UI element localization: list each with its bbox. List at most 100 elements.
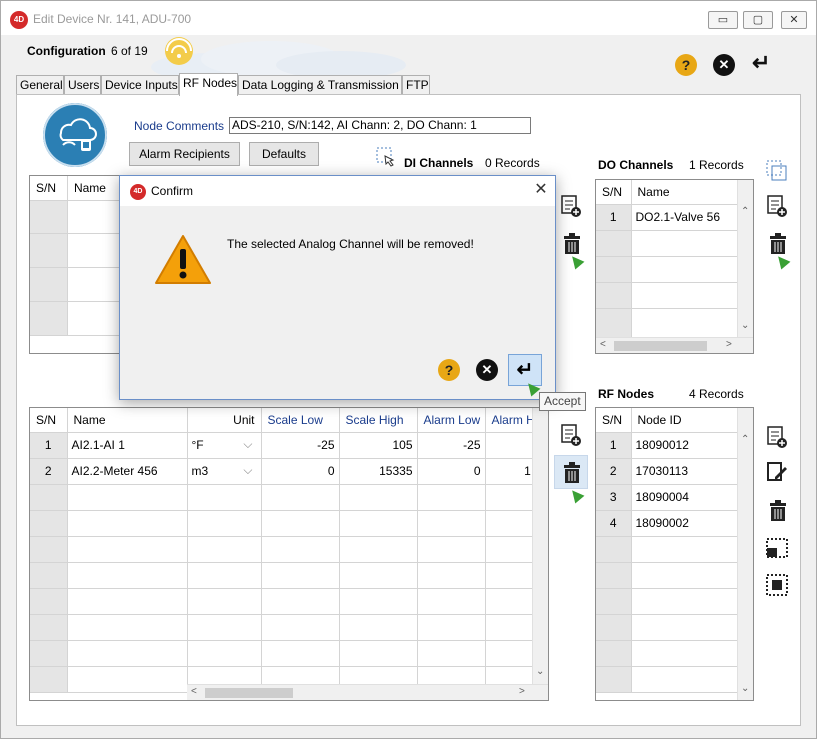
rf-row-sn xyxy=(596,640,632,667)
ai-row-scale-high[interactable]: 15335 xyxy=(339,458,418,485)
node-comments-input[interactable]: ADS-210, S/N:142, AI Chann: 2, DO Chann:… xyxy=(229,117,531,134)
ai-row-name[interactable]: AI2.2-Meter 456 xyxy=(67,458,188,485)
window-close-button[interactable]: ✕ xyxy=(781,11,807,29)
cloud-banner-icon xyxy=(151,37,406,79)
scroll-up-arrow-icon[interactable]: ⌃ xyxy=(741,206,749,217)
do-channels-grid: S/N Name 1 DO2.1-Valve 56 ⌃ ⌄ < > xyxy=(595,179,754,354)
cancel-icon[interactable]: ✕ xyxy=(713,54,735,76)
tab-device-inputs[interactable]: Device Inputs xyxy=(101,75,179,95)
do-add-record-icon[interactable] xyxy=(765,194,789,218)
chevron-down-icon[interactable]: ⌵ xyxy=(243,463,252,478)
tab-general[interactable]: General xyxy=(16,75,64,95)
dialog-help-icon[interactable]: ? xyxy=(438,359,460,381)
dialog-close-button[interactable]: ✕ xyxy=(531,180,551,200)
rf-nodes-title: RF Nodes xyxy=(598,387,655,401)
scroll-left-arrow-icon[interactable]: < xyxy=(600,339,606,350)
do-vertical-scrollbar[interactable]: ⌃ ⌄ xyxy=(737,180,753,337)
rf-col-node-id: Node ID xyxy=(631,408,739,433)
scroll-thumb[interactable] xyxy=(205,688,293,698)
ai-row-scale-low[interactable]: 0 xyxy=(261,458,340,485)
do-row-sn xyxy=(596,282,632,309)
dialog-cancel-icon[interactable]: ✕ xyxy=(476,359,498,381)
di-row-sn xyxy=(30,200,68,234)
ai-row-sn: 2 xyxy=(30,458,68,485)
ai-row-sn xyxy=(30,640,68,667)
table-row[interactable]: 2 17030113 xyxy=(596,458,739,485)
rf-records-count: 4 Records xyxy=(689,387,744,401)
scroll-down-arrow-icon[interactable]: ⌄ xyxy=(741,320,749,331)
minimize-button[interactable]: ▭ xyxy=(708,11,738,29)
add-record-icon[interactable] xyxy=(559,194,583,218)
ai-row-alarm-low[interactable]: -25 xyxy=(417,432,486,459)
maximize-button[interactable]: ▢ xyxy=(743,11,773,29)
node-logo-icon xyxy=(43,103,107,167)
di-select-icon[interactable] xyxy=(375,146,399,170)
ai-row-sn xyxy=(30,614,68,641)
table-row[interactable]: 1 AI2.1-AI 1 °F ⌵ -25 105 -25 xyxy=(30,432,536,459)
di-channels-title: DI Channels xyxy=(404,156,474,170)
ai-row-name[interactable]: AI2.1-AI 1 xyxy=(67,432,188,459)
rf-row-sn: 2 xyxy=(596,458,632,485)
do-horizontal-scrollbar[interactable]: < > xyxy=(596,337,753,353)
ai-row-sn xyxy=(30,536,68,563)
di-row-sn xyxy=(30,267,68,302)
window-title: Edit Device Nr. 141, ADU-700 xyxy=(33,12,192,26)
table-row[interactable]: 2 AI2.2-Meter 456 m3 ⌵ 0 15335 0 1 xyxy=(30,458,536,485)
ai-delete-button[interactable] xyxy=(554,455,588,489)
ai-horizontal-scrollbar[interactable]: < > xyxy=(187,684,548,700)
rf-row-sn: 3 xyxy=(596,484,632,511)
delete-trash-icon[interactable] xyxy=(561,230,583,256)
node-comments-label: Node Comments xyxy=(134,119,225,133)
do-select-icon[interactable] xyxy=(764,158,790,184)
di-records-count: 0 Records xyxy=(485,156,540,170)
ai-row-alarm-low[interactable]: 0 xyxy=(417,458,486,485)
tab-users[interactable]: Users xyxy=(64,75,101,95)
scroll-left-arrow-icon[interactable]: < xyxy=(191,686,197,697)
alarm-recipients-button[interactable]: Alarm Recipients xyxy=(129,142,240,166)
tab-ftp[interactable]: FTP xyxy=(402,75,430,95)
scroll-right-arrow-icon[interactable]: > xyxy=(726,339,732,350)
help-icon[interactable]: ? xyxy=(675,54,697,76)
tab-rf-nodes[interactable]: RF Nodes xyxy=(179,73,238,96)
rf-select-partial-icon[interactable] xyxy=(766,538,788,558)
ai-vertical-scrollbar[interactable]: ⌄ xyxy=(532,408,548,684)
table-row[interactable]: 1 18090012 xyxy=(596,432,739,459)
dialog-title-bar: 4D Confirm ✕ xyxy=(120,176,555,206)
rf-edit-icon[interactable] xyxy=(765,460,789,484)
scroll-up-arrow-icon[interactable]: ⌃ xyxy=(741,434,749,445)
ai-row-alarm-high[interactable] xyxy=(485,432,536,459)
rf-vertical-scrollbar[interactable]: ⌃ ⌄ xyxy=(737,408,753,700)
table-row[interactable]: 1 DO2.1-Valve 56 xyxy=(596,204,739,231)
dialog-title: Confirm xyxy=(151,184,194,198)
table-row[interactable]: 3 18090004 xyxy=(596,484,739,511)
ai-row-unit-select[interactable]: °F ⌵ xyxy=(187,432,262,459)
chevron-down-icon[interactable]: ⌵ xyxy=(243,437,252,452)
ai-row-scale-low[interactable]: -25 xyxy=(261,432,340,459)
ai-row-alarm-high[interactable]: 1 xyxy=(485,458,536,485)
configuration-counter: 6 of 19 xyxy=(111,44,148,58)
rf-row-sn xyxy=(596,666,632,693)
rf-select-all-icon[interactable] xyxy=(766,574,788,596)
ai-col-scale-low: Scale Low xyxy=(261,408,340,433)
table-row[interactable]: 4 18090002 xyxy=(596,510,739,537)
ai-row-unit-select[interactable]: m3 ⌵ xyxy=(187,458,262,485)
tab-data-logging[interactable]: Data Logging & Transmission xyxy=(238,75,402,95)
scroll-right-arrow-icon[interactable]: > xyxy=(519,686,525,697)
defaults-button[interactable]: Defaults xyxy=(249,142,319,166)
confirm-dialog: 4D Confirm ✕ The selected Analog Channel… xyxy=(119,175,556,400)
dialog-accept-button[interactable]: ↵ xyxy=(508,354,542,386)
ai-row-scale-high[interactable]: 105 xyxy=(339,432,418,459)
accept-tooltip: Accept xyxy=(539,392,586,411)
accept-enter-icon[interactable]: ↵ xyxy=(752,50,770,76)
rf-delete-trash-icon[interactable] xyxy=(767,497,789,523)
scroll-thumb[interactable] xyxy=(614,341,707,351)
rf-row-sn xyxy=(596,536,632,563)
scroll-down-arrow-icon[interactable]: ⌄ xyxy=(741,683,749,694)
rf-add-record-icon[interactable] xyxy=(765,425,789,449)
ai-row-unit-value: °F xyxy=(191,438,204,452)
ai-add-record-icon[interactable] xyxy=(559,423,583,447)
rf-row-sn: 4 xyxy=(596,510,632,537)
ai-col-scale-high: Scale High xyxy=(339,408,418,433)
do-delete-trash-icon[interactable] xyxy=(767,230,789,256)
scroll-down-arrow-icon[interactable]: ⌄ xyxy=(536,666,544,677)
